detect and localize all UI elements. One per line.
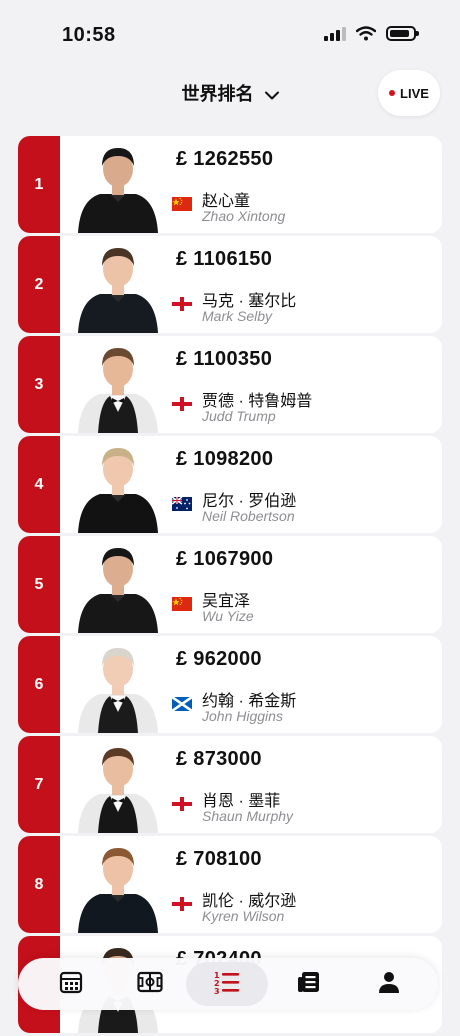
chevron-down-icon bbox=[264, 91, 279, 100]
player-name-english: Wu Yize bbox=[202, 608, 254, 624]
nationality-flag bbox=[172, 197, 192, 211]
player-photo bbox=[76, 236, 160, 333]
rank-number: 2 bbox=[18, 236, 60, 333]
scores-icon bbox=[137, 971, 163, 993]
battery-icon bbox=[386, 26, 419, 41]
ranking-row[interactable]: 6 £ 962000 约翰 · 希金斯 John Higgins bbox=[18, 636, 442, 733]
status-bar: 10:58 bbox=[0, 0, 460, 70]
rank-number: 3 bbox=[18, 336, 60, 433]
player-name-english: Shaun Murphy bbox=[202, 808, 294, 824]
tab-rankings[interactable]: 1 2 3 bbox=[212, 968, 242, 996]
prize-money: £ 708100 bbox=[176, 848, 262, 870]
player-photo-illustration bbox=[78, 348, 158, 433]
nationality-flag bbox=[171, 496, 192, 511]
player-photo bbox=[76, 636, 160, 733]
player-photo bbox=[76, 536, 160, 633]
player-name-english: Judd Trump bbox=[202, 408, 276, 424]
tab-profile[interactable] bbox=[374, 968, 404, 996]
wifi-icon bbox=[356, 26, 376, 41]
player-name-english: Neil Robertson bbox=[202, 508, 295, 524]
status-icons bbox=[324, 26, 419, 41]
tab-calendar[interactable] bbox=[56, 968, 86, 996]
player-photo bbox=[76, 336, 160, 433]
rank-number: 6 bbox=[18, 636, 60, 733]
player-name-english: Zhao Xintong bbox=[202, 208, 286, 224]
nationality-flag bbox=[172, 397, 192, 411]
ranking-list: 1 £ 1262550 赵心童 Zhao Xintong 2 £ 1106150 马克 · … bbox=[18, 136, 442, 1036]
australia-flag-icon bbox=[171, 496, 192, 511]
player-photo-illustration bbox=[78, 148, 158, 233]
prize-money: £ 1106150 bbox=[176, 248, 273, 270]
player-photo bbox=[76, 136, 160, 233]
player-name-english: John Higgins bbox=[202, 708, 283, 724]
ranking-row[interactable]: 2 £ 1106150 马克 · 塞尔比 Mark Selby bbox=[18, 236, 442, 333]
prize-money: £ 1100350 bbox=[176, 348, 273, 370]
news-icon bbox=[298, 972, 319, 992]
tab-news[interactable] bbox=[294, 968, 324, 996]
status-time: 10:58 bbox=[62, 24, 116, 46]
ranking-row[interactable]: 1 £ 1262550 赵心童 Zhao Xintong bbox=[18, 136, 442, 233]
ranking-row[interactable]: 3 £ 1100350 贾德 · 特鲁姆普 Judd Trump bbox=[18, 336, 442, 433]
player-name-english: Kyren Wilson bbox=[202, 908, 285, 924]
china-flag-icon bbox=[172, 197, 192, 211]
tab-scores[interactable] bbox=[135, 968, 165, 996]
ranking-row[interactable]: 4 £ 1098200 尼尔 · 罗伯逊 Neil Robertson bbox=[18, 436, 442, 533]
player-photo-illustration bbox=[78, 448, 158, 533]
england-flag-icon bbox=[172, 797, 192, 811]
profile-icon bbox=[379, 972, 399, 993]
england-flag-icon bbox=[172, 897, 192, 911]
ranking-row[interactable]: 8 £ 708100 凯伦 · 威尔逊 Kyren Wilson bbox=[18, 836, 442, 933]
player-photo-illustration bbox=[78, 748, 158, 833]
prize-money: £ 1067900 bbox=[176, 548, 274, 570]
player-name-english: Mark Selby bbox=[202, 308, 273, 324]
svg-text:3: 3 bbox=[214, 987, 220, 994]
live-dot-icon bbox=[389, 90, 396, 96]
prize-money: £ 1098200 bbox=[176, 448, 274, 470]
player-photo-illustration bbox=[78, 848, 158, 933]
rankings-icon: 1 2 3 bbox=[214, 971, 239, 994]
nationality-flag bbox=[172, 897, 192, 911]
rank-number: 7 bbox=[18, 736, 60, 833]
nationality-flag bbox=[172, 297, 192, 311]
nationality-flag bbox=[172, 797, 192, 811]
prize-money: £ 873000 bbox=[176, 748, 262, 770]
player-photo bbox=[76, 736, 160, 833]
rank-number: 1 bbox=[18, 136, 60, 233]
ranking-row[interactable]: 7 £ 873000 肖恩 · 墨菲 Shaun Murphy bbox=[18, 736, 442, 833]
rank-number: 5 bbox=[18, 536, 60, 633]
ranking-row[interactable]: 5 £ 1067900 吴宜泽 Wu Yize bbox=[18, 536, 442, 633]
cellular-signal-icon bbox=[324, 26, 346, 41]
tab-bar: 1 2 3 bbox=[18, 958, 438, 1010]
player-photo-illustration bbox=[78, 648, 158, 733]
england-flag-icon bbox=[172, 297, 192, 311]
rank-number: 4 bbox=[18, 436, 60, 533]
page-title: 世界排名 bbox=[181, 84, 254, 104]
player-photo bbox=[76, 836, 160, 933]
calendar-icon bbox=[59, 971, 83, 994]
player-photo bbox=[76, 436, 160, 533]
rank-number: 8 bbox=[18, 836, 60, 933]
live-button[interactable]: LIVE bbox=[378, 70, 440, 116]
nationality-flag bbox=[172, 597, 192, 611]
player-photo-illustration bbox=[78, 548, 158, 633]
nationality-flag bbox=[171, 695, 193, 713]
scotland-flag-icon bbox=[171, 695, 193, 713]
china-flag-icon bbox=[172, 597, 192, 611]
player-photo-illustration bbox=[78, 248, 158, 333]
live-label: LIVE bbox=[400, 85, 429, 101]
prize-money: £ 962000 bbox=[176, 648, 262, 670]
prize-money: £ 1262550 bbox=[176, 148, 274, 170]
england-flag-icon bbox=[172, 397, 192, 411]
